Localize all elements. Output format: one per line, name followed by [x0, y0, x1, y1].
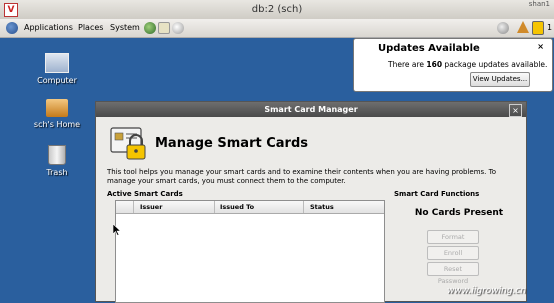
update-alert-icon[interactable] [517, 21, 529, 33]
update-count: 160 [426, 60, 443, 69]
smart-card-manager-dialog: Smart Card Manager × Manage Smart Cards … [95, 101, 527, 303]
desktop-icon-computer[interactable]: Computer [27, 53, 87, 85]
vnc-user-label: shan1 [528, 0, 550, 8]
top-panel: Applications Places System 1 [0, 19, 554, 38]
dialog-title-bar[interactable]: Smart Card Manager × [96, 102, 526, 117]
dialog-close-button[interactable]: × [509, 104, 522, 117]
dialog-description: This tool helps you manage your smart ca… [107, 168, 496, 185]
browser-launcher-icon[interactable] [144, 22, 156, 34]
desktop-icon-trash[interactable]: Trash [27, 145, 87, 177]
trash-icon [48, 145, 66, 165]
smart-card-lock-icon [110, 127, 146, 160]
column-header-issued-to[interactable]: Issued To [220, 203, 254, 211]
no-cards-message: No Cards Present [414, 208, 504, 218]
help-launcher-icon[interactable] [172, 22, 184, 34]
desktop-icon-home[interactable]: sch's Home [27, 99, 87, 129]
mail-launcher-icon[interactable] [158, 22, 170, 34]
notification-close-button[interactable]: × [537, 42, 544, 51]
network-status-icon[interactable] [497, 22, 509, 34]
view-updates-button[interactable]: View Updates... [470, 72, 530, 87]
functions-label: Smart Card Functions [394, 190, 480, 198]
panel-clock: 1 [547, 23, 553, 32]
vnc-title-bar: V db:2 (sch) shan1 [0, 0, 554, 20]
desktop-icon-label: Computer [37, 76, 77, 85]
column-header-issuer[interactable]: Issuer [140, 203, 162, 211]
applications-menu[interactable]: Applications [24, 23, 73, 32]
dialog-title: Smart Card Manager [264, 105, 358, 114]
active-cards-label: Active Smart Cards [107, 190, 183, 198]
computer-icon [45, 53, 69, 73]
column-separator [303, 201, 304, 213]
desktop-icon-label: Trash [46, 168, 68, 177]
active-cards-table[interactable]: Issuer Issued To Status [115, 200, 385, 303]
gnome-foot-icon[interactable] [6, 22, 18, 34]
watermark-text: www.iigrowing.cn [447, 286, 527, 296]
updates-notification: Updates Available × There are 160 packag… [353, 38, 553, 92]
column-header-status[interactable]: Status [310, 203, 334, 211]
desktop-icon-label: sch's Home [33, 120, 81, 129]
lock-status-icon[interactable] [532, 21, 544, 35]
vnc-window-title: db:2 (sch) [251, 4, 303, 15]
notification-title: Updates Available [378, 43, 480, 54]
column-separator [214, 201, 215, 213]
home-folder-icon [46, 99, 68, 117]
reset-password-button[interactable]: Reset Password [427, 262, 479, 285]
places-menu[interactable]: Places [78, 23, 103, 32]
page-title: Manage Smart Cards [155, 136, 308, 151]
system-menu[interactable]: System [110, 23, 140, 32]
notification-text: There are 160 package updates available. [388, 60, 548, 69]
column-separator [133, 201, 134, 213]
format-button[interactable]: Format [427, 230, 479, 244]
enroll-button[interactable]: Enroll [427, 246, 479, 260]
table-header: Issuer Issued To Status [116, 201, 384, 214]
mouse-cursor-icon [113, 224, 121, 236]
